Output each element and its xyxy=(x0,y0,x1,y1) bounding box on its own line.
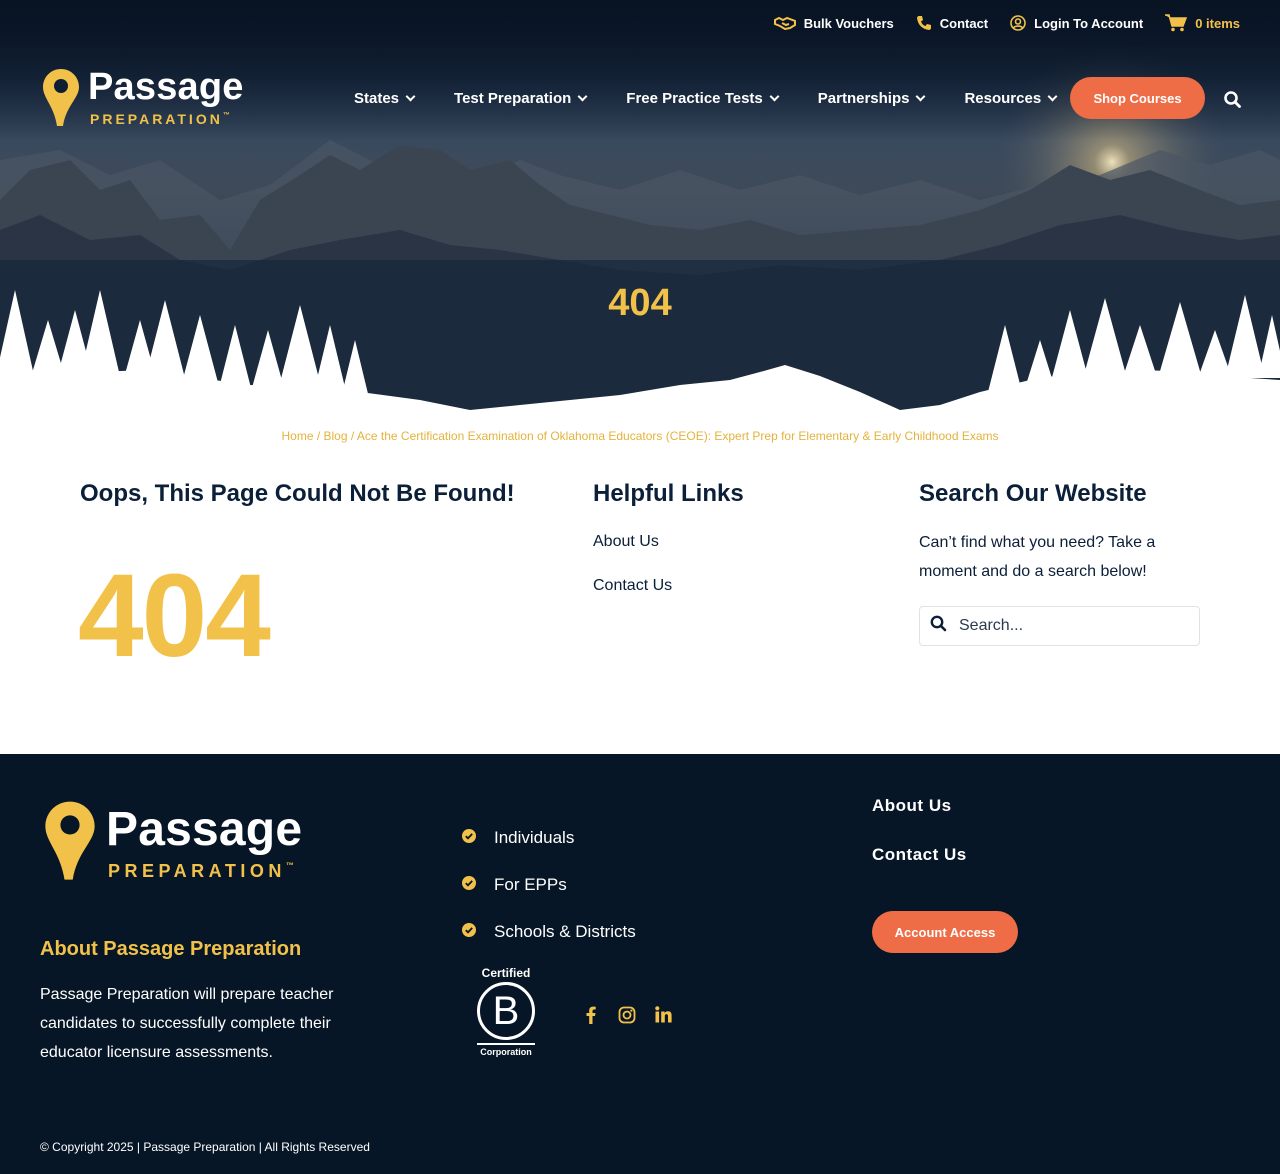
nav-partnerships-label: Partnerships xyxy=(817,90,910,107)
helpful-link-about-us[interactable]: About Us xyxy=(593,533,659,551)
check-circle-icon xyxy=(462,828,476,848)
footer-about-line: Passage Preparation will prepare teacher xyxy=(40,986,334,1003)
nav-test-preparation[interactable]: Test Preparation xyxy=(454,90,588,107)
nav-resources[interactable]: Resources xyxy=(964,90,1058,107)
chevron-down-icon xyxy=(1047,91,1058,102)
footer-about-line: candidates to successfully complete thei… xyxy=(40,1015,331,1032)
contact-link[interactable]: Contact xyxy=(916,15,988,31)
nav-resources-label: Resources xyxy=(964,90,1042,107)
login-label: Login To Account xyxy=(1034,15,1144,31)
nav-free-practice-tests-label: Free Practice Tests xyxy=(626,90,763,107)
chevron-down-icon xyxy=(405,91,416,102)
nav-states-label: States xyxy=(354,90,400,107)
big-404: 404 xyxy=(78,550,271,682)
nav-states[interactable]: States xyxy=(354,90,416,107)
footer-list-item-individuals[interactable]: Individuals xyxy=(462,814,636,861)
footer-logo-subtitle: PREPARATION™ xyxy=(108,861,294,881)
hero-title: 404 xyxy=(608,282,672,324)
footer-link-contact-us[interactable]: Contact Us xyxy=(872,845,967,894)
handshake-icon xyxy=(773,16,796,30)
cart-count: 0 items xyxy=(1195,15,1240,31)
chevron-down-icon xyxy=(916,91,926,102)
footer-list-label: For EPPs xyxy=(494,874,567,894)
mountain-tree-illustration xyxy=(0,0,1280,420)
helpful-links-title: Helpful Links xyxy=(593,480,744,507)
utility-bar: Bulk Vouchers Contact Login To Account 0… xyxy=(773,14,1240,32)
header-logo[interactable]: Passage PREPARATION™ xyxy=(42,68,244,131)
breadcrumb-separator: / xyxy=(313,429,324,443)
cart-icon xyxy=(1165,14,1188,32)
login-link[interactable]: Login To Account xyxy=(1010,15,1143,31)
search-input[interactable] xyxy=(959,617,1179,635)
footer-about-text: Passage Preparation will prepare teacher… xyxy=(40,980,370,1067)
search-description: Can’t find what you need? Take a moment … xyxy=(919,528,1209,586)
breadcrumb: Home / Blog / Ace the Certification Exam… xyxy=(0,429,1280,443)
footer-list-label: Individuals xyxy=(494,827,575,847)
nav-test-preparation-label: Test Preparation xyxy=(454,90,572,107)
notfound-title: Oops, This Page Could Not Be Found! xyxy=(80,480,515,507)
b-corp-badge: Certified B Corporation xyxy=(474,966,538,1057)
search-field[interactable] xyxy=(919,606,1200,646)
breadcrumb-home[interactable]: Home xyxy=(281,429,313,443)
logo-subtitle: PREPARATION™ xyxy=(90,111,230,127)
hero-banner: Bulk Vouchers Contact Login To Account 0… xyxy=(0,0,1280,420)
footer-link-about-us[interactable]: About Us xyxy=(872,796,967,845)
check-circle-icon xyxy=(462,875,476,895)
chevron-down-icon xyxy=(577,91,588,102)
b-corp-certified-text: Certified xyxy=(481,966,531,980)
b-corp-divider xyxy=(477,1043,535,1045)
footer-about-line: educator licensure assessments. xyxy=(40,1044,273,1061)
footer: Passage PREPARATION™ About Passage Prepa… xyxy=(0,754,1280,1174)
linkedin-icon[interactable] xyxy=(655,1006,672,1028)
footer-logo-wordmark: Passage xyxy=(106,803,303,856)
search-description-line: moment and do a search below! xyxy=(919,563,1147,580)
footer-list-item-schools-districts[interactable]: Schools & Districts xyxy=(462,908,636,955)
search-icon xyxy=(930,615,947,637)
check-circle-icon xyxy=(462,922,476,942)
main-nav: States Test Preparation Free Practice Te… xyxy=(354,90,1096,107)
instagram-icon[interactable] xyxy=(618,1006,636,1029)
facebook-icon[interactable] xyxy=(586,1006,596,1029)
bulk-vouchers-link[interactable]: Bulk Vouchers xyxy=(773,15,894,31)
phone-icon xyxy=(916,15,932,31)
helpful-link-contact-us[interactable]: Contact Us xyxy=(593,577,672,595)
user-circle-icon xyxy=(1010,15,1026,31)
map-pin-icon xyxy=(44,800,96,885)
search-description-line: Can’t find what you need? Take a xyxy=(919,534,1156,551)
footer-logo[interactable]: Passage PREPARATION™ xyxy=(44,800,302,885)
footer-links: About Us Contact Us xyxy=(872,796,967,894)
chevron-down-icon xyxy=(769,91,780,102)
map-pin-icon xyxy=(42,68,80,131)
nav-partnerships[interactable]: Partnerships xyxy=(817,90,926,107)
breadcrumb-current[interactable]: Ace the Certification Examination of Okl… xyxy=(357,429,999,443)
logo-wordmark: Passage xyxy=(88,66,244,108)
breadcrumb-blog[interactable]: Blog xyxy=(324,429,348,443)
b-corp-corporation-text: Corporation xyxy=(480,1047,532,1057)
footer-list-item-for-epps[interactable]: For EPPs xyxy=(462,861,636,908)
account-access-button[interactable]: Account Access xyxy=(872,911,1018,953)
breadcrumb-separator: / xyxy=(347,429,357,443)
copyright-text: © Copyright 2025 | Passage Preparation |… xyxy=(40,1140,370,1154)
b-corp-letter: B xyxy=(492,988,520,1033)
bulk-vouchers-label: Bulk Vouchers xyxy=(803,15,894,31)
footer-about-heading: About Passage Preparation xyxy=(40,938,302,960)
search-icon[interactable] xyxy=(1224,91,1241,113)
shop-courses-button[interactable]: Shop Courses xyxy=(1070,77,1205,119)
b-corp-logo: B xyxy=(477,982,535,1040)
nav-free-practice-tests[interactable]: Free Practice Tests xyxy=(626,90,780,107)
contact-label: Contact xyxy=(939,15,989,31)
cart-link[interactable]: 0 items xyxy=(1165,14,1240,32)
footer-list-label: Schools & Districts xyxy=(494,921,636,941)
footer-audience-list: Individuals For EPPs Schools & Districts xyxy=(462,814,636,955)
search-section-title: Search Our Website xyxy=(919,480,1147,507)
